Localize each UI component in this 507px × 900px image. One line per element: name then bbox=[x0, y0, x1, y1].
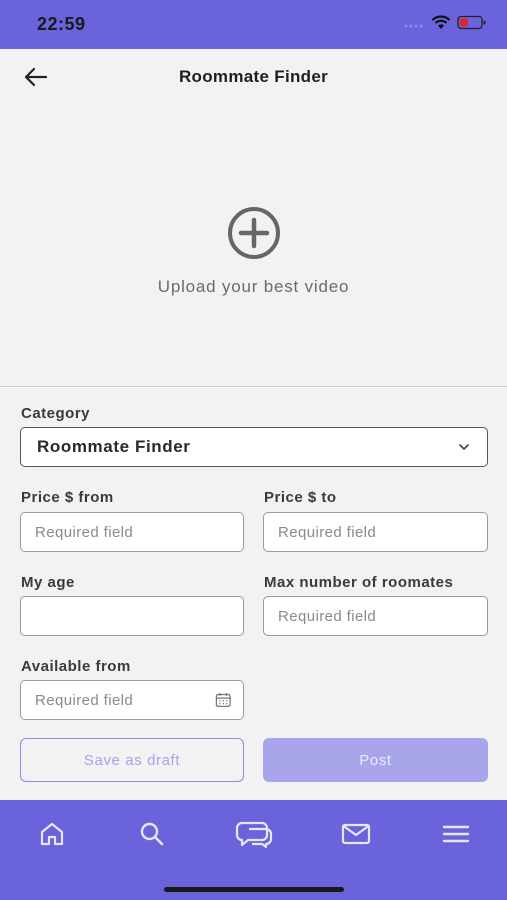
my-age-field[interactable] bbox=[20, 596, 244, 636]
nav-chat[interactable] bbox=[230, 820, 278, 849]
price-to-field[interactable] bbox=[263, 512, 488, 552]
status-icons bbox=[403, 15, 487, 35]
chat-bubbles-icon bbox=[235, 821, 273, 849]
bottom-nav bbox=[0, 800, 507, 900]
chevron-down-icon bbox=[459, 444, 469, 450]
price-to-input[interactable] bbox=[278, 523, 487, 541]
category-label: Category bbox=[21, 405, 91, 422]
available-from-field[interactable] bbox=[20, 680, 244, 720]
search-icon bbox=[140, 822, 164, 846]
max-roommates-label: Max number of roomates bbox=[264, 574, 454, 591]
max-roommates-field[interactable] bbox=[263, 596, 488, 636]
upload-label: Upload your best video bbox=[157, 277, 350, 296]
divider bbox=[0, 386, 507, 387]
menu-icon bbox=[442, 825, 470, 843]
home-icon bbox=[40, 822, 64, 846]
plus-circle-icon bbox=[227, 207, 280, 259]
nav-menu[interactable] bbox=[436, 820, 476, 848]
status-bar: 22:59 bbox=[0, 0, 507, 49]
signal-icon bbox=[403, 16, 425, 34]
status-time: 22:59 bbox=[37, 14, 86, 34]
available-from-input[interactable] bbox=[35, 691, 215, 709]
header: Roommate Finder bbox=[0, 49, 507, 105]
nav-mail[interactable] bbox=[336, 820, 376, 848]
mail-icon bbox=[341, 823, 371, 845]
price-from-input[interactable] bbox=[35, 523, 243, 541]
post-button[interactable]: Post bbox=[263, 738, 488, 782]
category-value: Roommate Finder bbox=[37, 437, 191, 456]
max-roommates-input[interactable] bbox=[278, 607, 487, 625]
page-title: Roommate Finder bbox=[178, 67, 329, 86]
my-age-input[interactable] bbox=[35, 607, 243, 625]
battery-icon bbox=[457, 15, 487, 35]
price-from-label: Price $ from bbox=[21, 489, 114, 506]
save-draft-button[interactable]: Save as draft bbox=[20, 738, 244, 782]
category-select[interactable]: Roommate Finder bbox=[20, 427, 488, 467]
calendar-icon[interactable] bbox=[215, 691, 231, 709]
upload-video-area[interactable]: Upload your best video bbox=[0, 105, 507, 386]
nav-search[interactable] bbox=[132, 820, 172, 848]
nav-home[interactable] bbox=[32, 820, 72, 848]
my-age-label: My age bbox=[21, 574, 75, 591]
available-from-label: Available from bbox=[21, 658, 131, 675]
home-indicator bbox=[164, 887, 344, 892]
price-to-label: Price $ to bbox=[264, 489, 337, 506]
price-from-field[interactable] bbox=[20, 512, 244, 552]
wifi-icon bbox=[431, 15, 451, 35]
